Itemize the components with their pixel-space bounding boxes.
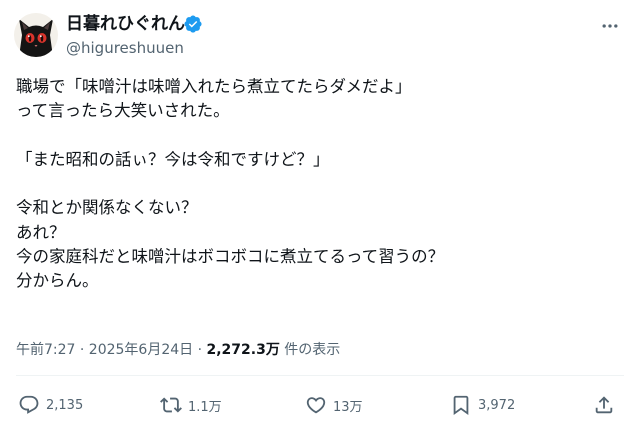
reply-count: 2,135 [46, 397, 84, 413]
heart-icon [306, 397, 326, 414]
meta-separator: · [197, 342, 203, 358]
timestamp[interactable]: 午前7:27 · 2025年6月24日 [16, 342, 193, 358]
divider [16, 375, 624, 376]
bookmark-count: 3,972 [478, 397, 516, 413]
like-count: 13万 [333, 399, 363, 415]
bookmark-icon [453, 395, 469, 416]
more-options-button[interactable] [598, 14, 622, 38]
user-handle[interactable]: @higureshuuen [66, 38, 184, 58]
tweet-text: 職場で「味噌汁は味噌入れたら煮立てたらダメだよ」 って言ったら大笑いされた。 「… [16, 77, 445, 291]
like-button[interactable]: 13万 [305, 393, 363, 417]
repost-icon [160, 397, 182, 413]
share-icon [595, 396, 613, 414]
repost-count: 1.1万 [188, 399, 222, 415]
avatar[interactable] [14, 13, 58, 57]
more-dots-icon [602, 24, 618, 28]
verified-badge-icon [184, 15, 202, 33]
reply-button[interactable]: 2,135 [18, 393, 83, 417]
repost-button[interactable]: 1.1万 [160, 393, 222, 417]
views-label: 件の表示 [284, 342, 341, 358]
reply-icon [19, 395, 39, 414]
bookmark-button[interactable]: 3,972 [450, 393, 515, 417]
share-button[interactable] [593, 393, 621, 417]
tweet-meta: 午前7:27 · 2025年6月24日 · 2,272.3万 件の表示 [16, 340, 340, 360]
views-count[interactable]: 2,272.3万 [207, 342, 280, 358]
tweet-card: 日暮れひぐれん @higureshuuen 職場で「味噌汁は味噌入れたら煮立てた… [0, 0, 640, 426]
black-cat-avatar-icon [14, 13, 58, 57]
display-name[interactable]: 日暮れひぐれん [66, 13, 185, 35]
